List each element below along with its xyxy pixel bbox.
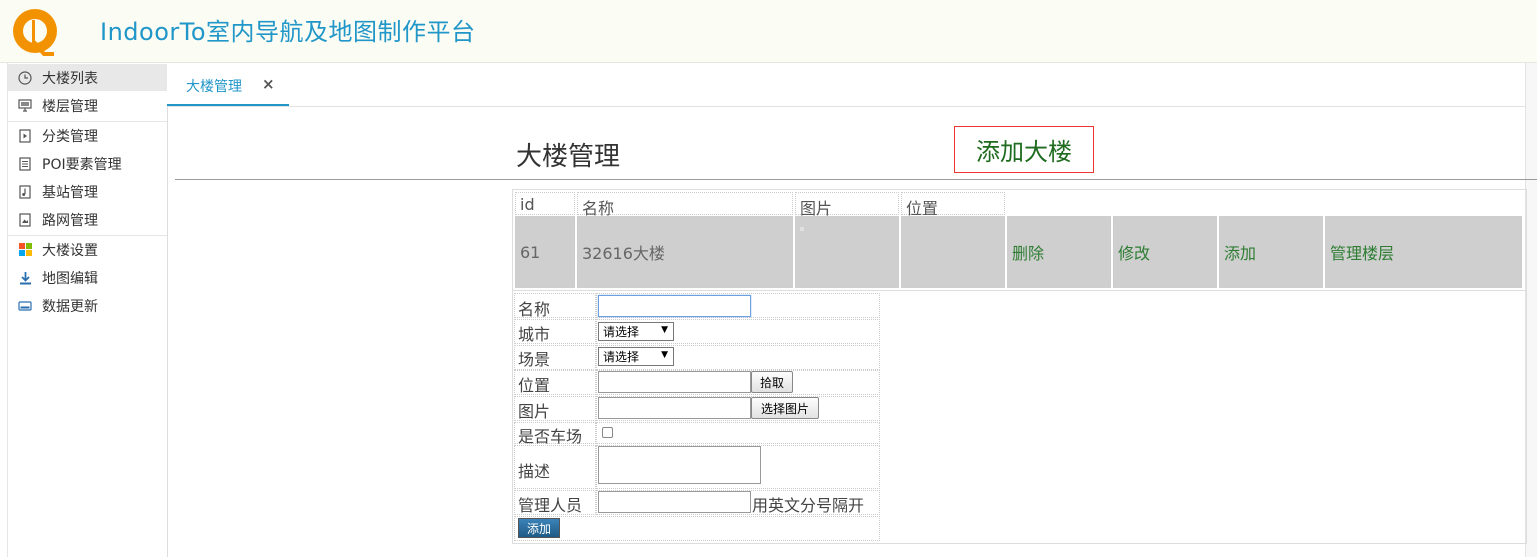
edit-link[interactable]: 修改: [1113, 216, 1217, 288]
sidebar-item-building-list[interactable]: 大楼列表: [8, 64, 167, 91]
column-header-id: id: [515, 192, 575, 215]
buildings-table: id 名称 图片 位置 61 32616大楼 删除 修改 添加 管理楼层: [512, 189, 1527, 291]
scene-label: 场景: [518, 350, 551, 369]
sidebar-item-label: POI要素管理: [42, 156, 122, 173]
drive-icon: [16, 298, 34, 314]
image-file-icon: [16, 212, 34, 228]
position-label: 位置: [518, 376, 551, 395]
tab-label: 大楼管理: [186, 79, 242, 95]
sidebar-item-label: 大楼列表: [42, 70, 98, 87]
description-textarea[interactable]: [598, 446, 761, 484]
image-label: 图片: [518, 402, 551, 421]
name-label: 名称: [518, 300, 551, 319]
sidebar-item-data-update[interactable]: 数据更新: [8, 292, 167, 319]
scene-select-value: 请选择: [603, 350, 640, 364]
scene-select[interactable]: 请选择 ▼: [598, 347, 674, 366]
add-link[interactable]: 添加: [1219, 216, 1323, 288]
add-building-button[interactable]: 添加大楼: [954, 126, 1094, 173]
windows-icon: [16, 242, 34, 258]
row-id: 61: [515, 216, 575, 288]
column-header-position: 位置: [901, 192, 1005, 218]
sidebar-item-category-management[interactable]: 分类管理: [8, 122, 167, 149]
app-header: IndoorTo室内导航及地图制作平台: [0, 0, 1537, 63]
dropdown-arrow-icon: ▼: [661, 325, 668, 335]
city-label: 城市: [518, 325, 551, 344]
parking-label: 是否车场: [518, 427, 583, 446]
sidebar-item-poi-management[interactable]: POI要素管理: [8, 150, 167, 177]
download-icon: [16, 270, 34, 286]
row-position: [901, 216, 1005, 288]
clock-icon: [16, 70, 34, 86]
form-field-cell: [596, 422, 880, 444]
tab-bar: 大楼管理 ×: [167, 63, 1537, 107]
monitor-icon: [16, 98, 34, 114]
manager-label: 管理人员: [518, 496, 583, 515]
sidebar-item-label: 基站管理: [42, 184, 98, 201]
broken-image-icon: [800, 227, 804, 231]
play-file-icon: [16, 128, 34, 144]
position-input[interactable]: [598, 371, 751, 393]
sidebar-item-label: 路网管理: [42, 212, 98, 229]
form-submit-cell: [514, 516, 880, 541]
sidebar-item-station-management[interactable]: 基站管理: [8, 178, 167, 205]
name-input[interactable]: [598, 295, 751, 317]
city-select-value: 请选择: [603, 325, 640, 339]
column-header-image: 图片: [795, 192, 899, 218]
app-title: IndoorTo室内导航及地图制作平台: [100, 18, 476, 46]
manager-input[interactable]: [598, 491, 751, 513]
manage-floors-link[interactable]: 管理楼层: [1325, 216, 1522, 288]
sidebar: 大楼列表 楼层管理 分类管理 POI要素管理 基站管理 路网管理 大楼设置 地图…: [7, 63, 168, 557]
sidebar-item-building-settings[interactable]: 大楼设置: [8, 236, 167, 263]
pick-button[interactable]: 拾取: [751, 371, 793, 393]
music-file-icon: [16, 184, 34, 200]
sidebar-item-label: 地图编辑: [42, 270, 98, 287]
row-name: 32616大楼: [577, 216, 793, 288]
manager-hint: 用英文分号隔开: [752, 496, 865, 515]
sidebar-item-road-network-management[interactable]: 路网管理: [8, 206, 167, 233]
row-image: [795, 216, 899, 288]
close-icon[interactable]: ×: [262, 75, 275, 93]
sidebar-item-map-editing[interactable]: 地图编辑: [8, 264, 167, 291]
sidebar-item-label: 楼层管理: [42, 98, 98, 115]
document-icon: [16, 156, 34, 172]
parking-checkbox[interactable]: [602, 427, 613, 438]
sidebar-item-label: 大楼设置: [42, 242, 98, 259]
logo-icon: [13, 9, 57, 56]
dropdown-arrow-icon: ▼: [661, 350, 668, 360]
description-label: 描述: [518, 462, 551, 481]
sidebar-item-label: 分类管理: [42, 128, 98, 145]
delete-link[interactable]: 删除: [1007, 216, 1111, 288]
city-select[interactable]: 请选择 ▼: [598, 322, 674, 341]
choose-image-button[interactable]: 选择图片: [751, 397, 819, 419]
sidebar-item-label: 数据更新: [42, 298, 98, 315]
sidebar-item-floor-management[interactable]: 楼层管理: [8, 92, 167, 119]
submit-add-button[interactable]: 添加: [518, 518, 560, 538]
tab-building-management[interactable]: 大楼管理 ×: [167, 63, 289, 106]
column-header-name: 名称: [577, 192, 793, 218]
page-title: 大楼管理: [516, 142, 621, 172]
image-input[interactable]: [598, 397, 751, 419]
title-divider: [175, 179, 1537, 180]
